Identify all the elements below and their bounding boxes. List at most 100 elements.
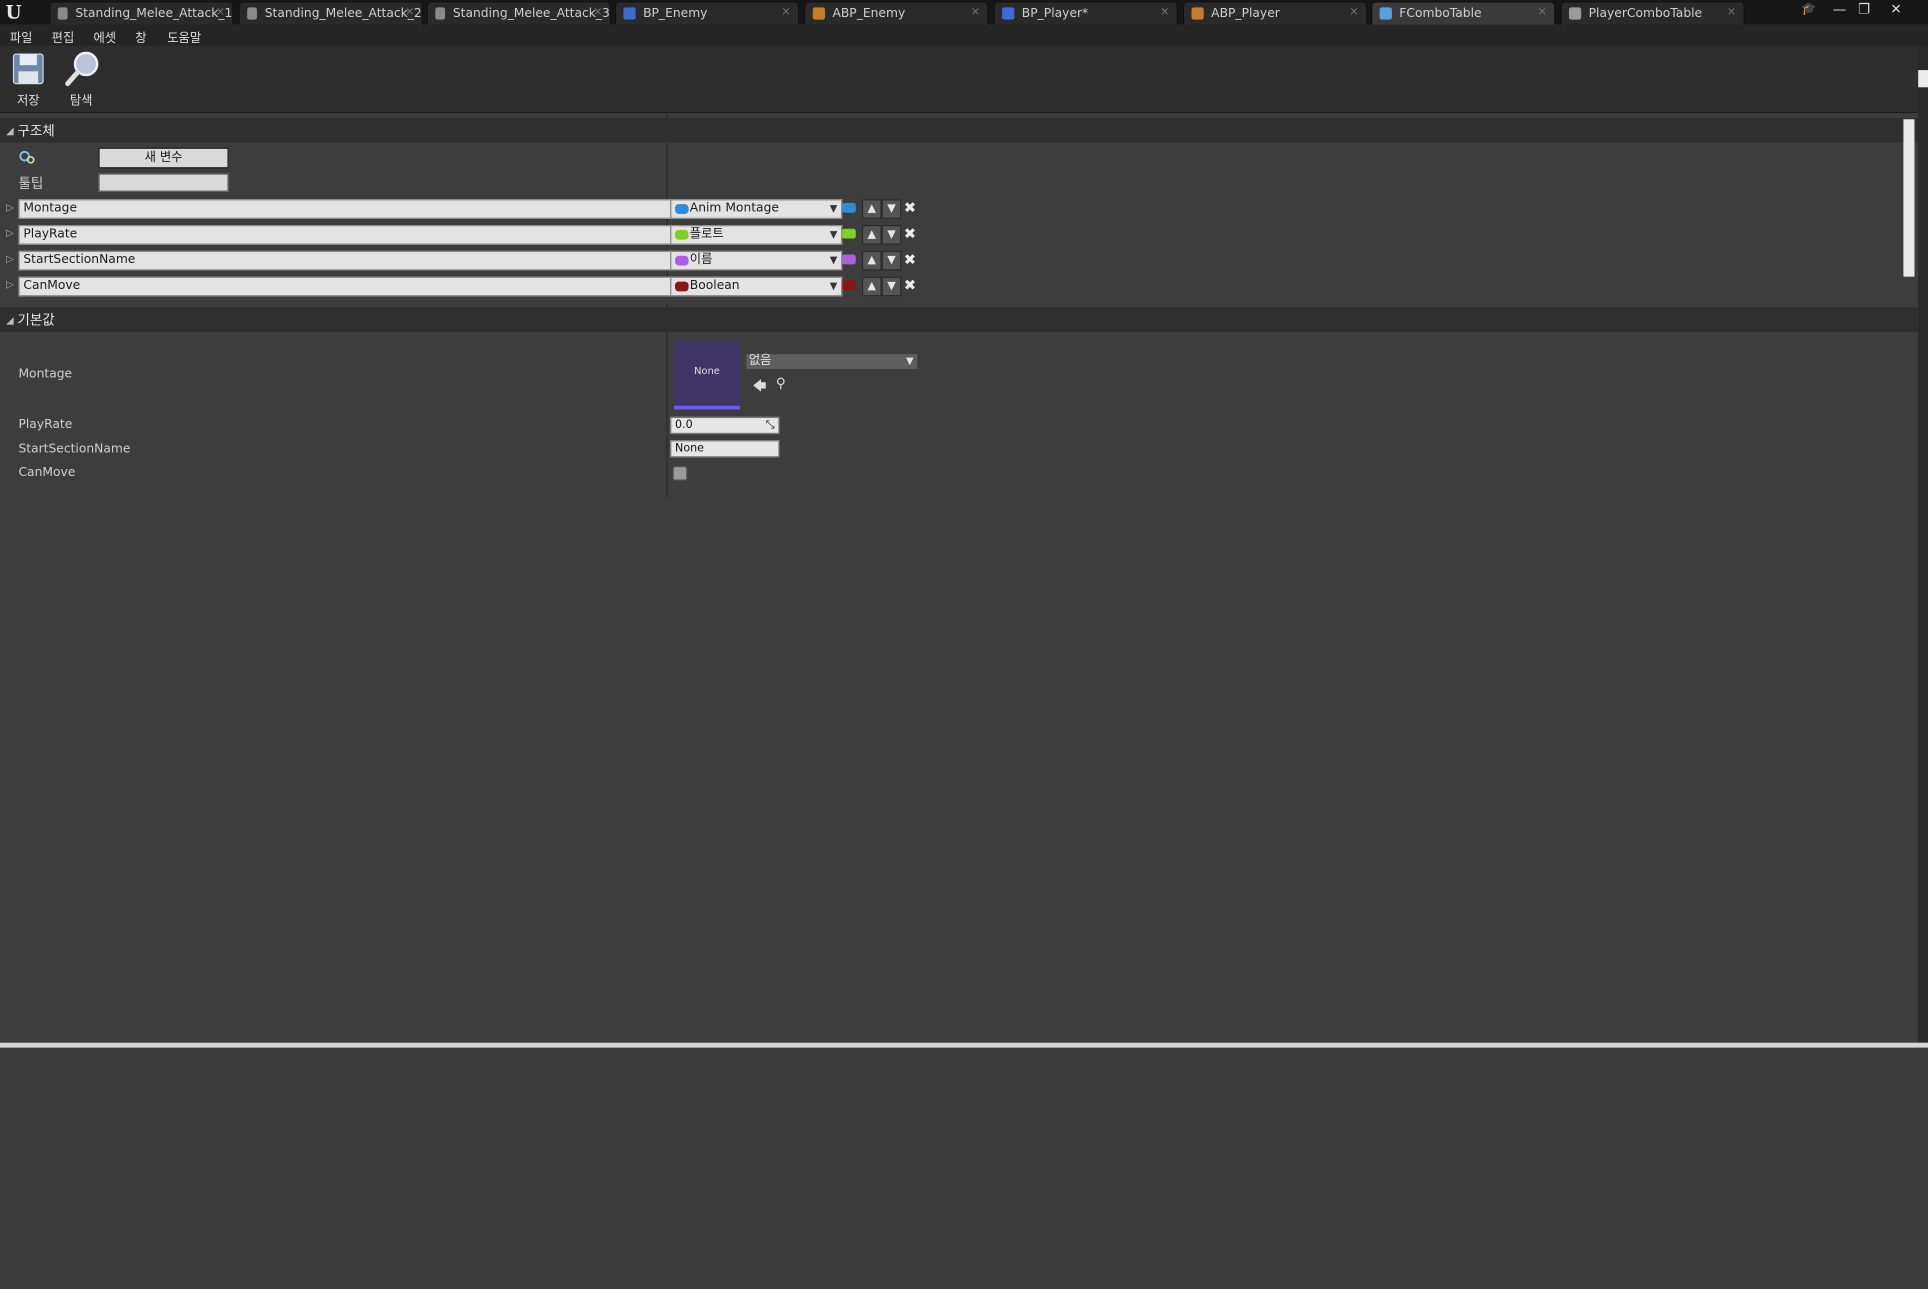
delete-variable-icon[interactable]: ✖ xyxy=(904,277,916,294)
anim-blueprint-icon xyxy=(812,7,826,20)
variable-name-input[interactable]: CanMove xyxy=(18,276,672,297)
container-type-icon[interactable] xyxy=(842,254,856,265)
menu-file[interactable]: 파일 xyxy=(10,27,33,46)
variable-type-dropdown[interactable]: 이름 ▼ xyxy=(670,250,843,271)
close-window-button[interactable]: ✕ xyxy=(1885,1,1907,18)
container-type-icon[interactable] xyxy=(842,228,856,239)
startsection-input[interactable]: None xyxy=(670,440,780,458)
tooltip-input[interactable] xyxy=(98,173,229,192)
scroll-thumb[interactable] xyxy=(1918,70,1928,88)
details-panel: ◢ 구조체 새 변수 툴팁 ▷ Montage Anim Montage ▼ ▲ ▼ ✖ ▷ P… xyxy=(0,113,1928,1043)
menu-help[interactable]: 도움말 xyxy=(167,27,201,46)
montage-thumbnail[interactable]: None xyxy=(673,340,741,410)
variable-row: ▷ Montage Anim Montage ▼ ▲ ▼ ✖ xyxy=(0,199,934,219)
variable-type-dropdown[interactable]: Boolean ▼ xyxy=(670,276,843,297)
tab-label: BP_Enemy xyxy=(643,6,708,21)
close-tab-icon[interactable]: × xyxy=(781,6,790,18)
montage-asset-picker[interactable]: 없음 ▼ xyxy=(746,354,918,369)
close-tab-icon[interactable]: × xyxy=(1160,6,1169,18)
variable-type-label: Boolean xyxy=(689,279,740,293)
close-tab-icon[interactable]: × xyxy=(1349,6,1358,18)
close-tab-icon[interactable]: × xyxy=(1538,6,1547,18)
menu-asset[interactable]: 에셋 xyxy=(93,27,116,46)
tab-fcombotable[interactable]: FComboTable × xyxy=(1371,1,1556,25)
browse-button[interactable]: 탐색 xyxy=(57,50,106,109)
structure-section-header[interactable]: ◢ 구조체 xyxy=(0,118,1919,143)
close-tab-icon[interactable]: × xyxy=(593,6,602,18)
chevron-down-icon: ▼ xyxy=(906,355,914,367)
tab-standing-melee-attack-2[interactable]: Standing_Melee_Attack_2 × xyxy=(238,1,423,25)
expand-arrow-icon[interactable]: ▷ xyxy=(6,253,14,264)
chevron-down-icon: ▼ xyxy=(829,280,838,292)
magnifier-icon xyxy=(64,50,99,87)
vertical-scrollbar[interactable] xyxy=(1903,119,1915,277)
browse-search-icon[interactable]: ⚲ xyxy=(776,375,786,391)
delete-variable-icon[interactable]: ✖ xyxy=(904,225,916,242)
expand-arrow-icon[interactable]: ▷ xyxy=(6,279,14,290)
defaults-section-header[interactable]: ◢ 기본값 xyxy=(0,307,1919,332)
unreal-logo-icon[interactable]: U xyxy=(0,0,27,25)
playrate-default-label: PlayRate xyxy=(18,418,73,432)
delete-variable-icon[interactable]: ✖ xyxy=(904,199,916,216)
chevron-down-icon: ▼ xyxy=(829,202,838,214)
restore-button[interactable]: ❐ xyxy=(1853,1,1875,18)
canmove-checkbox[interactable] xyxy=(672,466,688,481)
type-color-icon xyxy=(675,255,689,266)
variable-name-input[interactable]: StartSectionName xyxy=(18,250,672,271)
move-up-button[interactable]: ▲ xyxy=(861,276,882,297)
browse-label: 탐색 xyxy=(69,94,93,109)
anim-blueprint-icon xyxy=(1191,7,1204,20)
tab-playercombotable[interactable]: PlayerComboTable × xyxy=(1560,1,1745,25)
sequence-asset-icon xyxy=(247,7,258,20)
menu-edit[interactable]: 편집 xyxy=(52,27,75,46)
tab-label: ABP_Player xyxy=(1211,6,1280,21)
save-icon xyxy=(11,50,45,87)
right-edge-bar xyxy=(1918,45,1928,1048)
new-variable-button[interactable]: 새 변수 xyxy=(98,147,229,169)
move-down-button[interactable]: ▼ xyxy=(881,250,902,271)
tab-abp-player[interactable]: ABP_Player × xyxy=(1182,1,1368,25)
tab-label: Standing_Melee_Attack_3 xyxy=(452,6,610,21)
close-tab-icon[interactable]: × xyxy=(405,6,414,18)
menu-window[interactable]: 창 xyxy=(135,27,146,46)
montage-asset-value: 없음 xyxy=(748,354,772,368)
collapse-arrow-icon: ◢ xyxy=(6,314,14,326)
move-up-button[interactable]: ▲ xyxy=(861,225,882,245)
close-tab-icon[interactable]: × xyxy=(971,6,980,18)
move-up-button[interactable]: ▲ xyxy=(861,199,882,219)
save-button[interactable]: 저장 xyxy=(4,50,53,109)
minimize-button[interactable]: — xyxy=(1828,1,1850,18)
tab-label: Standing_Melee_Attack_1 xyxy=(75,6,233,21)
move-down-button[interactable]: ▼ xyxy=(881,199,902,219)
variable-type-dropdown[interactable]: 플로트 ▼ xyxy=(670,225,843,245)
graduation-cap-icon[interactable]: 🎓 xyxy=(1798,1,1820,18)
tab-bp-player-[interactable]: BP_Player* × xyxy=(993,1,1178,25)
startsection-default-label: StartSectionName xyxy=(18,442,131,457)
tab-standing-melee-attack-1[interactable]: Standing_Melee_Attack_1 × xyxy=(49,1,234,25)
resize-drag-icon[interactable]: ⤡ xyxy=(766,418,775,433)
variable-type-dropdown[interactable]: Anim Montage ▼ xyxy=(670,199,843,219)
chevron-down-icon: ▼ xyxy=(829,254,838,266)
close-tab-icon[interactable]: × xyxy=(1727,6,1736,18)
variable-name-input[interactable]: Montage xyxy=(18,199,672,219)
move-up-button[interactable]: ▲ xyxy=(861,250,882,271)
expand-arrow-icon[interactable]: ▷ xyxy=(6,227,14,238)
variable-name-input[interactable]: PlayRate xyxy=(18,225,672,245)
move-down-button[interactable]: ▼ xyxy=(881,225,902,245)
container-type-icon[interactable] xyxy=(842,280,856,291)
expand-arrow-icon[interactable]: ▷ xyxy=(6,202,14,213)
variable-type-label: 플로트 xyxy=(689,227,724,242)
tab-label: PlayerComboTable xyxy=(1588,6,1703,21)
tab-label: Standing_Melee_Attack_2 xyxy=(264,6,422,21)
container-type-icon[interactable] xyxy=(842,202,856,213)
tab-standing-melee-attack-3[interactable]: Standing_Melee_Attack_3 × xyxy=(426,1,612,25)
playrate-input[interactable]: 0.0 ⤡ xyxy=(670,416,780,435)
type-color-icon xyxy=(675,281,689,292)
struct-icon xyxy=(1379,7,1392,20)
tab-abp-enemy[interactable]: ABP_Enemy × xyxy=(804,1,989,25)
use-selected-arrow-icon[interactable]: 🡄 xyxy=(753,375,767,398)
tab-bp-enemy[interactable]: BP_Enemy × xyxy=(614,1,800,25)
close-tab-icon[interactable]: × xyxy=(216,6,225,18)
delete-variable-icon[interactable]: ✖ xyxy=(904,251,916,268)
move-down-button[interactable]: ▼ xyxy=(881,276,902,297)
